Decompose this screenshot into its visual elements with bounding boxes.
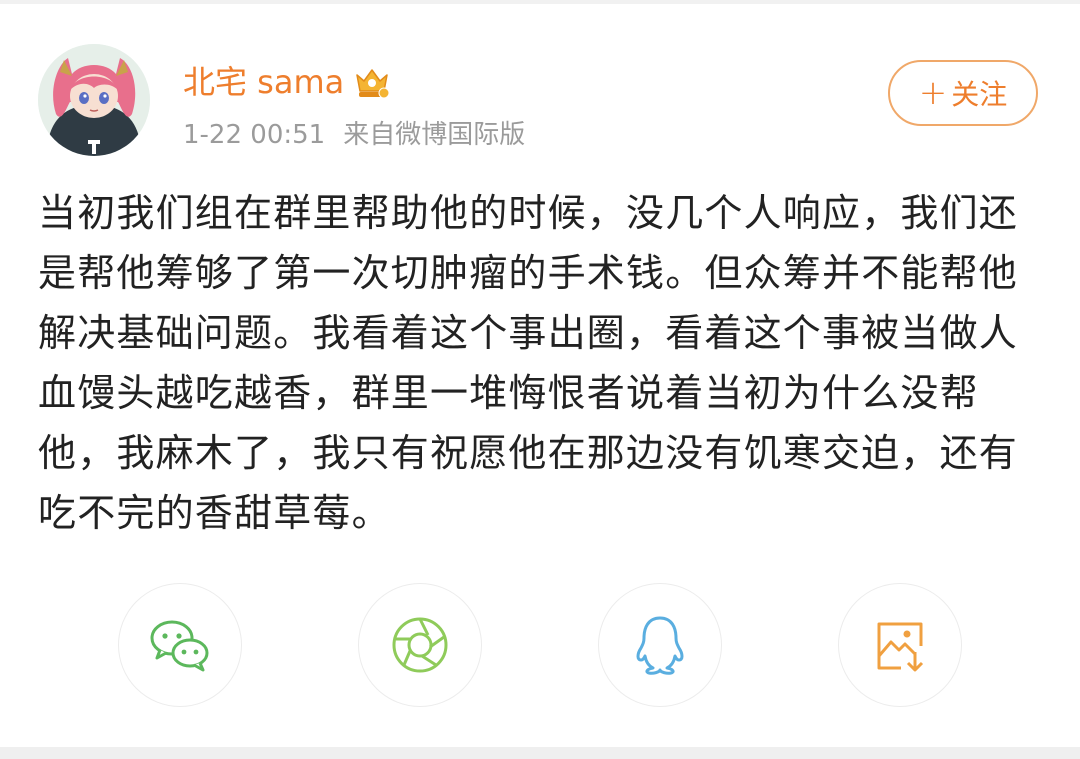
top-divider xyxy=(0,0,1080,4)
post-text: 当初我们组在群里帮助他的时候，没几个人响应，我们还是帮他筹够了第一次切肿瘤的手术… xyxy=(38,191,1019,535)
bottom-divider xyxy=(0,747,1080,759)
qq-icon xyxy=(636,616,684,675)
username-row: 北宅 sama xyxy=(183,58,390,106)
crown-badge-icon xyxy=(356,69,390,99)
follow-label: 关注 xyxy=(951,78,1008,111)
wechat-icon xyxy=(150,620,209,672)
share-wechat-button[interactable] xyxy=(118,583,242,707)
moments-icon xyxy=(392,617,448,673)
weibo-post-card: 北宅 sama 1-22 00:51 来自微博国际版 + 关注 当初我们组在群里帮… xyxy=(0,0,1080,759)
share-moments-button[interactable] xyxy=(358,583,482,707)
avatar-image xyxy=(38,44,150,156)
save-image-icon xyxy=(877,622,924,672)
post-time: 1-22 00:51 xyxy=(183,120,326,150)
post-meta: 1-22 00:51 来自微博国际版 xyxy=(183,115,525,155)
follow-button[interactable]: + 关注 xyxy=(888,60,1038,126)
share-bar xyxy=(0,583,1080,709)
avatar[interactable] xyxy=(38,44,150,156)
username[interactable]: 北宅 sama xyxy=(183,58,344,106)
plus-icon: + xyxy=(918,73,948,113)
post-source: 来自微博国际版 xyxy=(343,120,526,150)
save-image-button[interactable] xyxy=(838,583,962,707)
share-qq-button[interactable] xyxy=(598,583,722,707)
